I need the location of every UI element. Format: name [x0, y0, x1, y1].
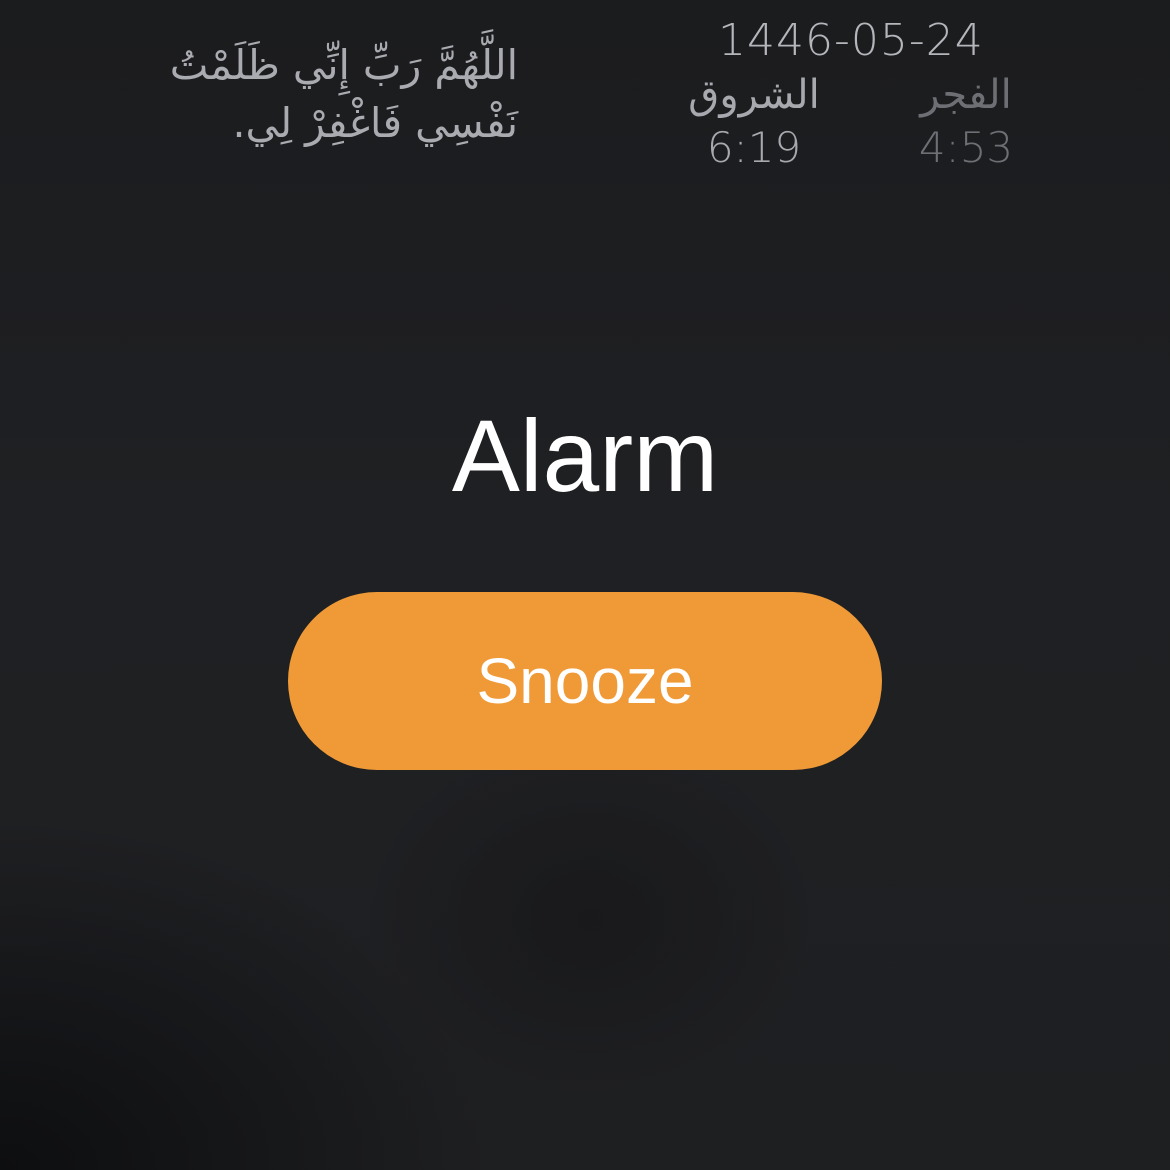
alarm-screen: اللَّهُمَّ رَبِّ إِنِّي ظَلَمْتُ نَفْسِي… — [0, 0, 1170, 1170]
prayer-fajr-time: 4:53 — [918, 123, 1014, 172]
prayer-fajr-name: الفجر — [920, 72, 1012, 118]
dua-line-2: نَفْسِي فَاغْفِرْ لِي. — [232, 99, 518, 147]
hijri-date: 1446-05-24 — [718, 15, 984, 66]
snooze-button-label: Snooze — [476, 645, 694, 717]
prayer-sunrise-time: 6:19 — [706, 123, 802, 172]
dua-line-1: اللَّهُمَّ رَبِّ إِنِّي ظَلَمْتُ — [169, 41, 518, 89]
alarm-title: Alarm — [451, 399, 719, 513]
prayer-sunrise-name: الشروق — [688, 72, 820, 118]
prayer-sunrise: الشروق 6:19 — [674, 70, 834, 174]
dua-text: اللَّهُمَّ رَبِّ إِنِّي ظَلَمْتُ نَفْسِي… — [98, 36, 518, 152]
prayer-fajr: الفجر 4:53 — [896, 70, 1036, 174]
snooze-button[interactable]: Snooze — [288, 592, 882, 770]
